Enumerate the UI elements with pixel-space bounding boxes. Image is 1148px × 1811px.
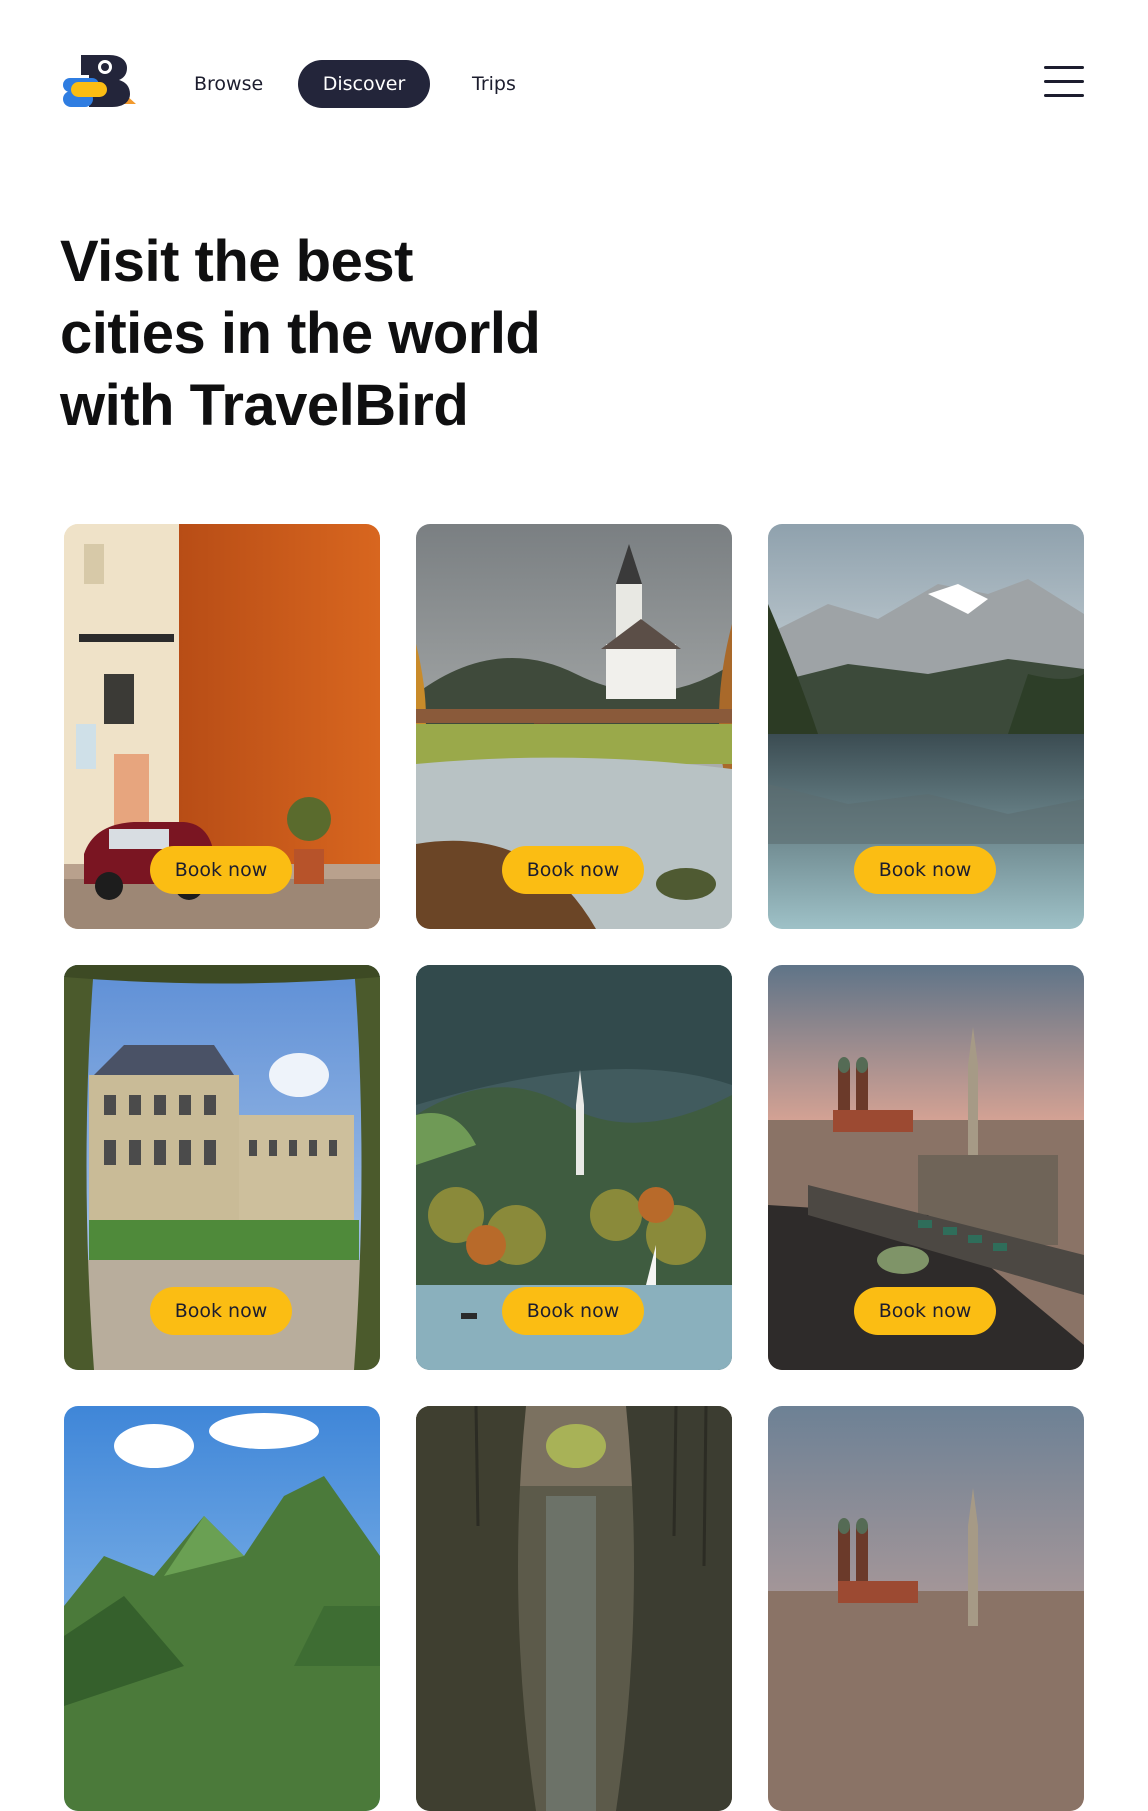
book-now-button[interactable]: Book now	[150, 1287, 292, 1335]
destination-photo-mountain-valley	[64, 1406, 380, 1811]
book-now-button[interactable]: Book now	[854, 1287, 996, 1335]
travelbird-logo[interactable]	[63, 55, 136, 108]
destination-card[interactable]	[768, 1406, 1084, 1811]
nav-browse[interactable]: Browse	[194, 61, 263, 107]
travelbird-logo-icon	[63, 55, 136, 107]
book-now-button[interactable]: Book now	[150, 846, 292, 894]
book-now-button[interactable]: Book now	[854, 846, 996, 894]
book-now-button[interactable]: Book now	[502, 1287, 644, 1335]
destination-card[interactable]	[64, 1406, 380, 1811]
destination-photo-forest-gorge	[416, 1406, 732, 1811]
book-now-button[interactable]: Book now	[502, 846, 644, 894]
hero-heading-line-3: with TravelBird	[60, 373, 469, 438]
site-header: Browse Discover Trips	[0, 0, 1148, 170]
destination-card[interactable]: Book now	[64, 524, 380, 929]
destination-card[interactable]: Book now	[64, 965, 380, 1370]
nav-trips[interactable]: Trips	[472, 61, 516, 107]
hero-heading-line-1: Visit the best	[60, 229, 413, 294]
destination-card[interactable]: Book now	[416, 965, 732, 1370]
nav-discover-active[interactable]: Discover	[298, 60, 430, 108]
destination-card[interactable]: Book now	[768, 524, 1084, 929]
hero-heading: Visit the best cities in the world with …	[60, 226, 620, 442]
hamburger-menu-icon[interactable]	[1042, 62, 1086, 100]
destination-card[interactable]	[416, 1406, 732, 1811]
destination-card[interactable]: Book now	[768, 965, 1084, 1370]
hero-heading-line-2: cities in the world	[60, 301, 541, 366]
destination-photo-city-skyline	[768, 1406, 1084, 1811]
destination-card[interactable]: Book now	[416, 524, 732, 929]
